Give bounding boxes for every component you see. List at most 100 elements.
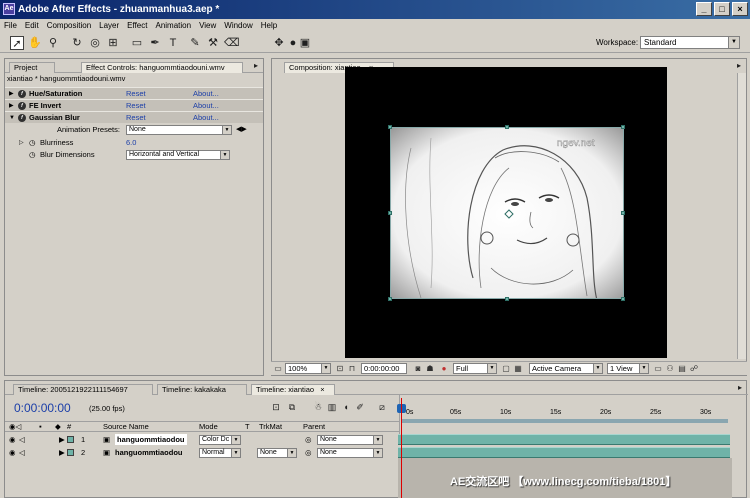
speaker-icon[interactable]: ◁ [19, 434, 25, 446]
close-button[interactable]: × [732, 2, 748, 16]
fast-previews-icon[interactable]: ⚇ [665, 364, 675, 374]
layer-handle[interactable] [388, 297, 392, 301]
clone-stamp-tool-icon[interactable]: ⚒ [206, 36, 220, 50]
layer-handle[interactable] [388, 125, 392, 129]
brush-tool-icon[interactable]: ✎ [188, 36, 202, 50]
layer-handle[interactable] [621, 211, 625, 215]
speaker-icon[interactable]: ◁ [19, 447, 25, 459]
layer-name[interactable]: hanguommtiaodou [115, 447, 183, 459]
reset-link[interactable]: Reset [126, 112, 146, 124]
table-row[interactable]: ◉ ◁ ▶ 1 ▣ hanguommtiaodou Color Dc ▼ ◎ N… [5, 434, 399, 446]
table-row[interactable]: ◉ ◁ ▶ 2 ▣ hanguommtiaodou Normal ▼ None … [5, 447, 399, 459]
layer-duration-bar[interactable] [398, 434, 730, 445]
frame-blending-icon[interactable]: ▥ [325, 400, 339, 414]
layer-handle[interactable] [621, 125, 625, 129]
motion-blur-icon[interactable]: ◖ [339, 400, 353, 414]
live-update-icon[interactable]: ⊡ [269, 400, 283, 414]
selection-tool-icon[interactable]: ➚ [10, 36, 24, 50]
minimize-button[interactable]: _ [696, 2, 712, 16]
channel-icon[interactable]: ● [439, 364, 449, 374]
view-axis-icon[interactable]: ▣ [298, 36, 312, 50]
menu-view[interactable]: View [199, 19, 216, 33]
tab-timeline-xiantiao[interactable]: Timeline: xiantiao × [251, 384, 335, 395]
panel-menu-icon[interactable]: ▸ [249, 59, 263, 73]
camera-select[interactable]: Active Camera ▼ [529, 363, 603, 374]
menu-edit[interactable]: Edit [25, 19, 39, 33]
triangle-right-icon[interactable]: ▶ [59, 434, 65, 446]
timeline-timecode[interactable]: 0:00:00:00 [14, 401, 71, 415]
effect-row-hue-saturation[interactable]: ▶ f Hue/Saturation Reset About... [5, 87, 263, 99]
triangle-down-icon[interactable]: ▼ [9, 112, 15, 124]
about-link[interactable]: About... [193, 112, 219, 124]
label-color-swatch[interactable] [67, 449, 74, 456]
show-snapshot-icon[interactable]: ☗ [425, 364, 435, 374]
rectangle-mask-tool-icon[interactable]: ▭ [130, 36, 144, 50]
tab-timeline-kakakaka[interactable]: Timeline: kakakaka [157, 384, 247, 395]
mode-select[interactable]: Normal ▼ [199, 448, 241, 458]
layer-handle[interactable] [505, 125, 509, 129]
effect-row-gaussian-blur[interactable]: ▼ f Gaussian Blur Reset About... [5, 111, 263, 123]
pixel-aspect-icon[interactable]: ▭ [653, 364, 663, 374]
eraser-tool-icon[interactable]: ⌫ [224, 36, 240, 50]
menu-layer[interactable]: Layer [99, 19, 119, 33]
snapshot-icon[interactable]: ◙ [413, 364, 423, 374]
graph-editor-icon[interactable]: ⧄ [375, 400, 389, 414]
footage-layer-frame[interactable]: ngev.net [390, 127, 624, 299]
resolution-select[interactable]: Full ▼ [453, 363, 497, 374]
parent-select[interactable]: None ▼ [317, 448, 383, 458]
parent-header[interactable]: Parent [303, 422, 325, 432]
menu-file[interactable]: File [4, 19, 17, 33]
trkmat-select[interactable]: None ▼ [257, 448, 297, 458]
mode-select[interactable]: Color Dc ▼ [199, 435, 241, 445]
workspace-select[interactable]: Standard ▼ [640, 36, 740, 49]
layer-handle[interactable] [621, 297, 625, 301]
text-tool-icon[interactable]: T [166, 36, 180, 50]
region-of-interest-icon[interactable]: ▢ [501, 364, 511, 374]
always-preview-icon[interactable]: ▭ [273, 364, 283, 374]
view-layout-select[interactable]: 1 View ▼ [607, 363, 649, 374]
pick-whip-icon[interactable]: ◎ [305, 434, 312, 446]
layer-handle[interactable] [505, 297, 509, 301]
preset-prev-next-icon[interactable]: ◀▶ [236, 124, 247, 136]
pick-whip-icon[interactable]: ◎ [305, 447, 312, 459]
move-axis-icon[interactable]: ✥ [272, 36, 286, 50]
brainstorm-icon[interactable]: ✐ [353, 400, 367, 414]
transparency-grid-icon[interactable]: ▦ [513, 364, 523, 374]
blurriness-value[interactable]: 6.0 [126, 137, 136, 149]
zoom-select[interactable]: 100% ▼ [285, 363, 331, 374]
triangle-right-icon[interactable]: ▶ [59, 447, 65, 459]
draft-3d-icon[interactable]: ⧉ [285, 400, 299, 414]
work-area-bar[interactable] [402, 419, 728, 423]
menu-composition[interactable]: Composition [47, 19, 91, 33]
panel-menu-icon[interactable]: ▸ [732, 59, 746, 73]
layer-name[interactable]: hanguommtiaodou [115, 434, 187, 445]
fx-icon[interactable]: f [18, 114, 26, 122]
source-name-header[interactable]: Source Name [103, 422, 149, 432]
rotation-tool-icon[interactable]: ↻ [70, 36, 84, 50]
tab-timeline-2005[interactable]: Timeline: 2005121922111154697 [13, 384, 153, 395]
orbit-camera-tool-icon[interactable]: ◎ [88, 36, 102, 50]
pan-behind-tool-icon[interactable]: ⊞ [106, 36, 120, 50]
menu-window[interactable]: Window [224, 19, 252, 33]
presets-select[interactable]: None ▼ [126, 125, 232, 135]
maximize-button[interactable]: □ [714, 2, 730, 16]
menu-effect[interactable]: Effect [127, 19, 147, 33]
eye-icon[interactable]: ◉ [9, 434, 16, 446]
layer-handle[interactable] [388, 211, 392, 215]
triangle-right-icon[interactable]: ▷ [19, 137, 24, 149]
tab-project[interactable]: Project [9, 62, 55, 73]
menu-help[interactable]: Help [261, 19, 277, 33]
composition-vertical-scrollbar[interactable] [737, 73, 746, 359]
eye-icon[interactable]: ◉ [9, 447, 16, 459]
hand-tool-icon[interactable]: ✋ [28, 36, 42, 50]
flowchart-icon[interactable]: ☍ [689, 364, 699, 374]
trkmat-header[interactable]: TrkMat [259, 422, 282, 432]
fx-icon[interactable]: f [18, 90, 26, 98]
fx-icon[interactable]: f [18, 102, 26, 110]
panel-menu-icon[interactable]: ▸ [733, 381, 747, 395]
time-ruler[interactable]: 0s 05s 10s 15s 20s 25s 30s [399, 395, 739, 435]
t-header[interactable]: T [245, 422, 250, 432]
zoom-tool-icon[interactable]: ⚲ [46, 36, 60, 50]
mask-view-icon[interactable]: ⊓ [347, 364, 357, 374]
mode-header[interactable]: Mode [199, 422, 218, 432]
